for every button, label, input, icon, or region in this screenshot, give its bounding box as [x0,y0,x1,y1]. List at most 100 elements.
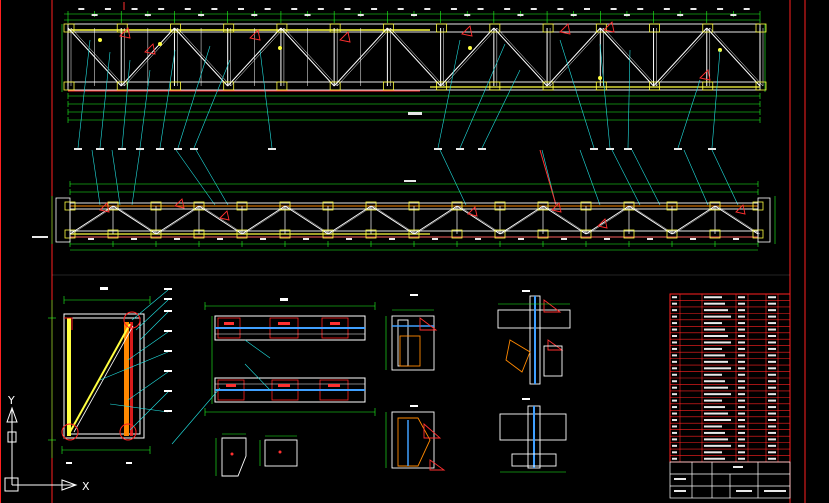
bom-cell-mark [768,380,776,383]
dimension-value-mark [303,238,309,240]
bom-cell-mark [672,399,677,402]
dimension-value-mark [717,8,724,10]
bom-cell-mark [738,386,745,389]
leader-line-red [539,149,557,206]
bom-cell-mark [738,360,745,363]
leader-tag [674,148,682,150]
leader-line [159,49,176,149]
leader-tag [136,148,144,150]
bom-cell-mark [768,444,776,447]
bom-cell-mark [704,347,722,350]
bom-cell-mark [672,419,677,421]
dimension-value-mark [211,8,218,10]
bom-cell-mark [768,457,776,460]
bom-cell-mark [738,335,745,337]
bom-cell-mark [672,373,677,376]
gusset-plate [223,23,235,33]
bom-cell-mark [672,444,677,447]
bom-rows [670,293,790,463]
bom-cell-mark [768,451,776,454]
diagonal-member [198,205,243,235]
ucs-y-label: Y [7,394,15,407]
leader-line [627,49,631,149]
dimension-value-mark [238,8,244,10]
bom-cell-mark [672,360,677,363]
diagonal-member [496,27,551,87]
detail-plan-strip[interactable] [171,298,376,445]
dimension-value-mark [610,8,617,10]
detail-connection-sections[interactable] [385,290,571,473]
dimension-value-mark [411,14,417,16]
dimension-value-mark [570,14,577,16]
bill-of-materials-table[interactable] [669,293,791,463]
weld-symbol [699,69,711,81]
dimension-value-mark [475,238,481,240]
dimension-value-mark [690,8,697,10]
weld-dot [278,46,282,50]
dimension-value-mark [450,8,457,10]
bom-cell-mark [672,335,677,337]
bom-cell-mark [768,296,776,299]
bom-cell-mark [738,341,745,344]
diagonal-member [70,27,125,87]
cad-drawing-canvas[interactable]: Y X [0,0,829,503]
truss-elevation-bottom[interactable] [32,180,776,251]
gusset-plate [755,23,767,33]
diagonal-member [456,205,501,235]
bom-cell-mark [704,296,722,299]
bom-cell-mark [672,322,677,325]
diagonal-member [585,205,630,235]
dimension-value-mark [733,238,739,240]
weld-dot [98,38,102,42]
bom-cell-mark [704,354,725,357]
truss-elevation-top[interactable] [61,2,767,206]
dimension-value-mark [623,14,630,16]
bom-cell-mark [672,425,677,428]
dimension-value-mark [131,238,137,240]
bom-cell-mark [738,309,745,312]
dimension-value-mark [477,8,484,10]
bom-cell-mark [704,315,731,318]
leader-line [99,51,111,149]
detail-end-frame[interactable] [48,287,172,464]
dimension-value-mark [78,8,85,10]
gusset-plate [595,81,607,91]
bom-cell-mark [768,341,776,344]
bom-cell-mark [768,360,776,363]
leader-tag [174,148,182,150]
bom-cell-mark [768,438,776,441]
bom-cell-mark [704,367,731,370]
diagonal-member [69,205,114,235]
leader-tag [606,148,614,150]
dimension-value-mark [584,8,590,10]
bom-cell-mark [768,386,776,389]
dimension-value-mark [389,238,395,240]
detail-small-plates[interactable] [215,433,298,477]
dimension-value-mark [104,8,111,10]
bom-cell-mark [738,406,745,409]
dimension-value-mark [371,8,378,10]
dimension-value-mark [260,238,266,240]
diagonal-member [653,27,708,87]
bom-cell-mark [672,328,677,331]
bom-cell-mark [672,451,677,454]
bom-cell-mark [672,431,677,434]
dimension-value-mark [424,8,431,10]
leader-tag [156,148,164,150]
bom-cell-mark [738,367,745,370]
diagonal-member [112,205,157,235]
bom-cell-mark [738,419,745,421]
bom-cell-mark [768,302,776,305]
leader-tag [708,148,716,150]
gusset-plate [276,81,288,91]
bom-cell-mark [704,438,728,441]
title-block[interactable] [669,461,791,499]
bom-cell-mark [768,419,776,421]
leader-line [683,149,709,206]
leader-line [77,39,91,149]
dimension-value-mark [647,238,653,240]
dimension-value-mark [344,8,351,10]
weld-dot [598,76,602,80]
diagonal-member [714,205,759,235]
leader-tag [74,148,82,150]
